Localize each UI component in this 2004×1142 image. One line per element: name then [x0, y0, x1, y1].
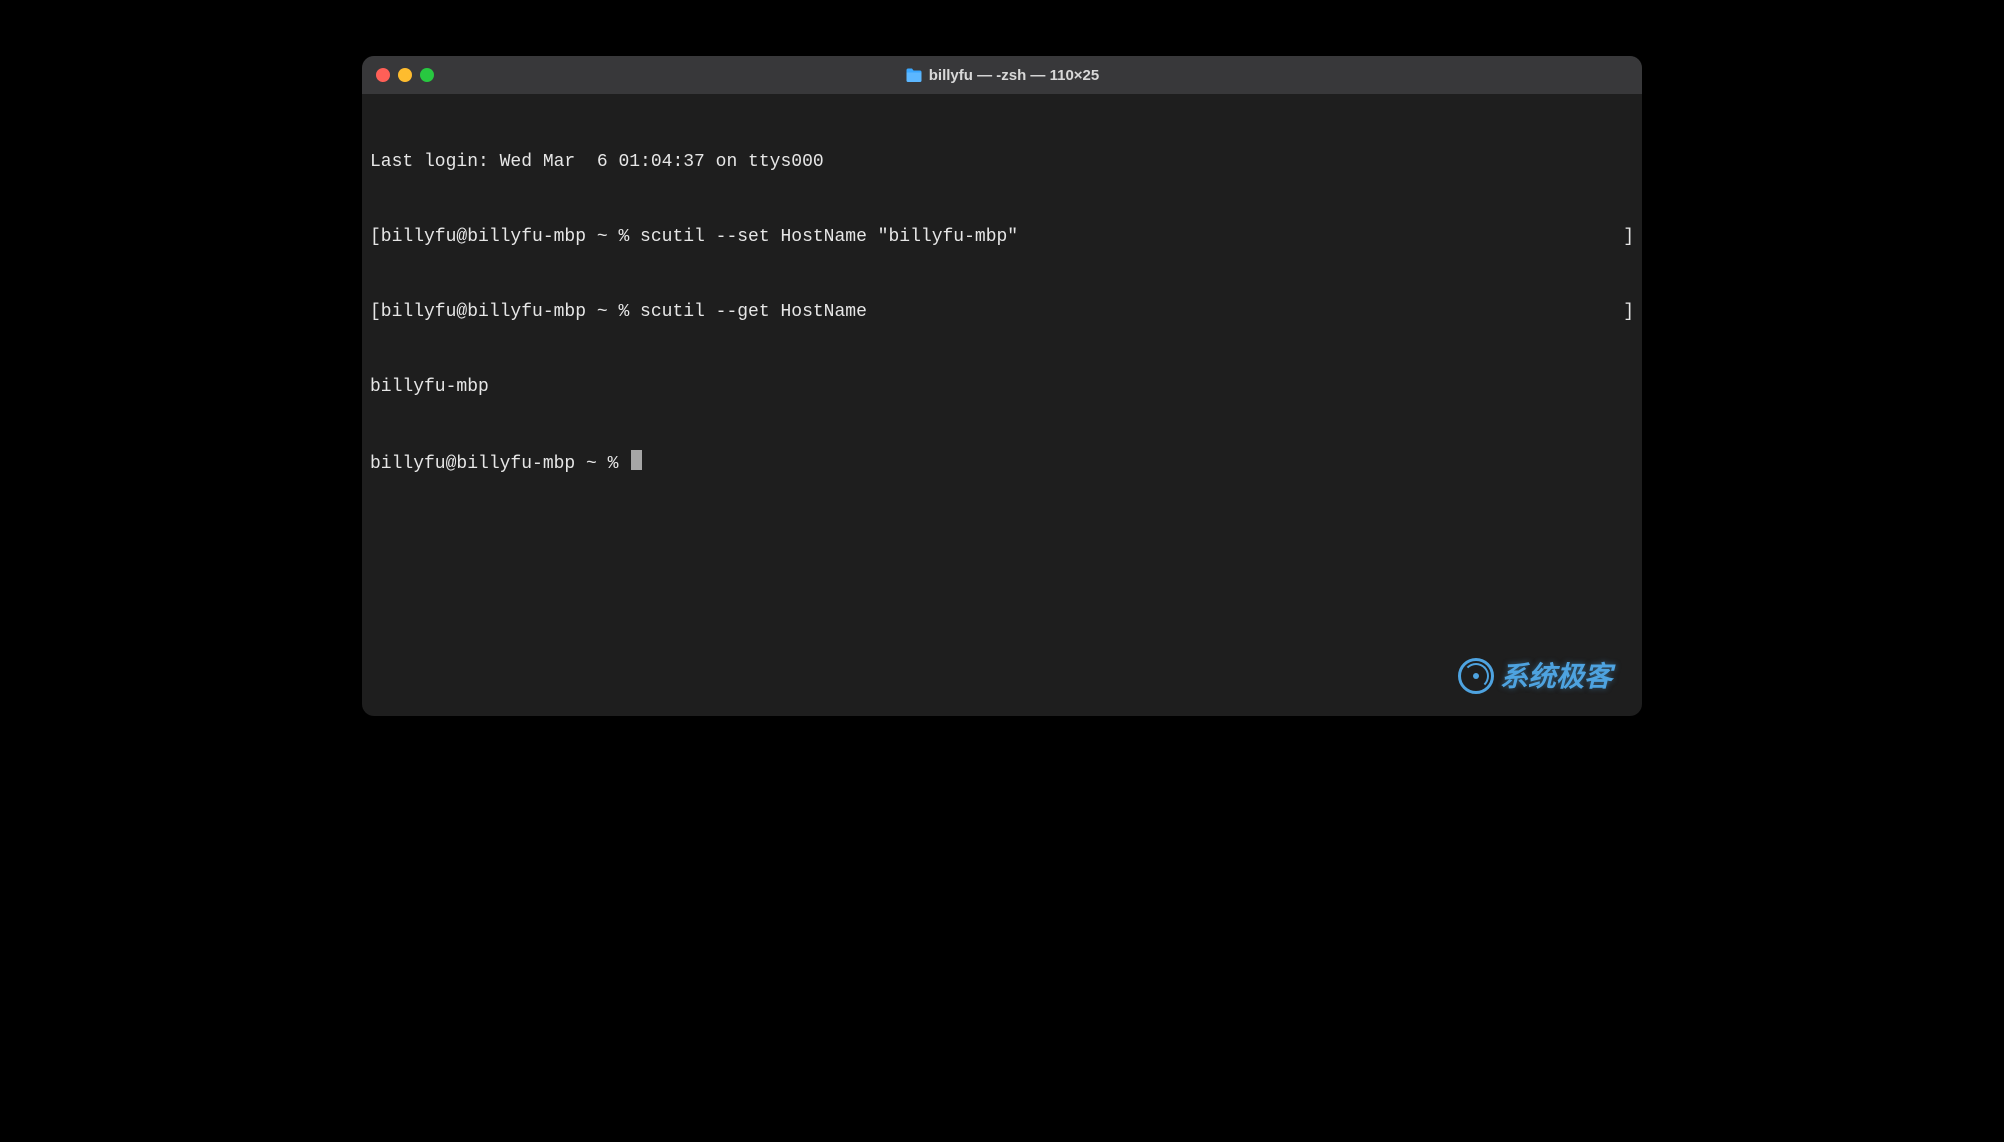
terminal-line: [billyfu@billyfu-mbp ~ % scutil --set Ho…	[370, 225, 1634, 250]
terminal-text: billyfu-mbp	[370, 377, 489, 397]
window-title-text: billyfu — -zsh — 110×25	[929, 67, 1099, 84]
terminal-text: [billyfu@billyfu-mbp ~ % scutil --get Ho…	[370, 302, 867, 322]
traffic-lights	[376, 68, 434, 82]
folder-icon	[905, 68, 923, 83]
terminal-line: billyfu-mbp	[370, 375, 1634, 400]
maximize-button[interactable]	[420, 68, 434, 82]
close-button[interactable]	[376, 68, 390, 82]
watermark-text: 系统极客	[1500, 664, 1612, 689]
terminal-text: [billyfu@billyfu-mbp ~ % scutil --set Ho…	[370, 227, 1018, 247]
window-title: billyfu — -zsh — 110×25	[362, 67, 1642, 84]
terminal-text: Last login: Wed Mar 6 01:04:37 on ttys00…	[370, 152, 824, 172]
line-end-bracket: ]	[1623, 300, 1634, 325]
title-bar[interactable]: billyfu — -zsh — 110×25	[362, 56, 1642, 94]
terminal-line: billyfu@billyfu-mbp ~ %	[370, 450, 1634, 477]
watermark: 系统极客	[1458, 658, 1612, 694]
terminal-text: billyfu@billyfu-mbp ~ %	[370, 454, 629, 474]
cursor-icon	[631, 450, 642, 470]
terminal-line: [billyfu@billyfu-mbp ~ % scutil --get Ho…	[370, 300, 1634, 325]
line-end-bracket: ]	[1623, 225, 1634, 250]
terminal-line: Last login: Wed Mar 6 01:04:37 on ttys00…	[370, 150, 1634, 175]
watermark-logo-icon	[1458, 658, 1494, 694]
terminal-window: billyfu — -zsh — 110×25 Last login: Wed …	[362, 56, 1642, 716]
terminal-body[interactable]: Last login: Wed Mar 6 01:04:37 on ttys00…	[362, 94, 1642, 716]
minimize-button[interactable]	[398, 68, 412, 82]
